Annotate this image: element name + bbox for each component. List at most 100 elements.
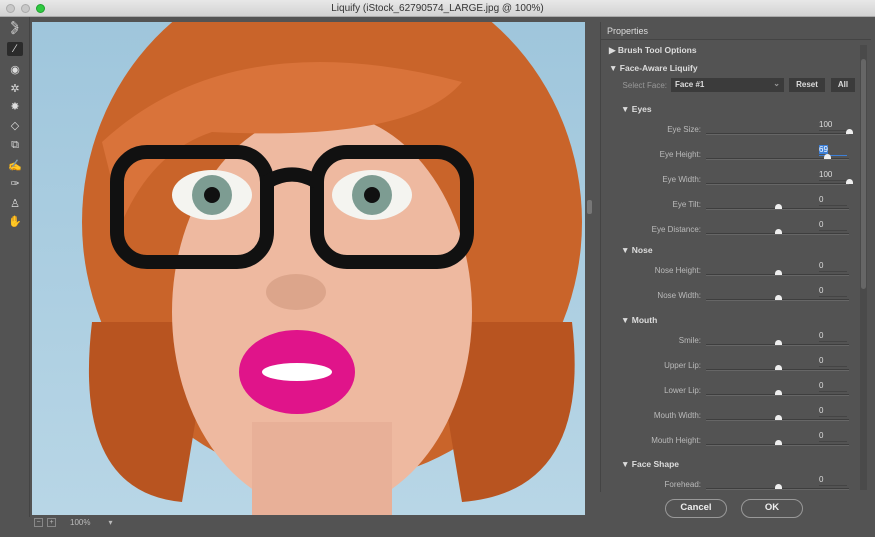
- smile-label: Smile:: [678, 336, 701, 345]
- section-label: Face Shape: [631, 459, 680, 469]
- eye-width-slider[interactable]: [706, 179, 853, 185]
- slider-thumb[interactable]: [774, 229, 782, 234]
- status-bar: − + 100% ▾: [32, 515, 585, 529]
- push-left-tool-icon[interactable]: ◇: [7, 119, 23, 133]
- zoom-dropdown-chevron-icon[interactable]: ▾: [108, 518, 112, 527]
- eye-distance-slider[interactable]: [706, 229, 849, 235]
- select-face-dropdown[interactable]: Face #1 ⌄: [671, 78, 784, 92]
- smooth-tool-icon[interactable]: ∕: [7, 42, 23, 56]
- section-mouth[interactable]: ▼ Mouth: [621, 315, 657, 325]
- slider-thumb[interactable]: [774, 484, 782, 489]
- value-text: 0: [819, 195, 824, 204]
- lower-lip-slider[interactable]: [706, 390, 849, 396]
- face-aware-liquify-section[interactable]: ▼ Face-Aware Liquify: [609, 63, 698, 73]
- slider-thumb[interactable]: [774, 440, 782, 445]
- section-label: Nose: [631, 245, 653, 255]
- section-eyes[interactable]: ▼ Eyes: [621, 104, 652, 114]
- zoom-level[interactable]: 100%: [70, 518, 90, 527]
- smile-value-input[interactable]: 0: [819, 331, 847, 342]
- close-button[interactable]: [6, 4, 15, 13]
- value-text: 0: [819, 475, 824, 484]
- brush-tool-options-section[interactable]: ▶ Brush Tool Options: [609, 45, 697, 56]
- thaw-mask-tool-icon[interactable]: ✍: [7, 159, 23, 173]
- eye-distance-value-input[interactable]: 0: [819, 220, 847, 231]
- zoom-button[interactable]: [36, 4, 45, 13]
- panel-title: Properties: [607, 26, 649, 36]
- zoom-in-button[interactable]: +: [47, 517, 56, 527]
- value-text: 0: [819, 331, 824, 340]
- eye-tilt-value-input[interactable]: 0: [819, 195, 847, 206]
- mouth-width-slider[interactable]: [706, 415, 849, 421]
- slider-thumb[interactable]: [823, 154, 831, 159]
- lower-lip-value-input[interactable]: 0: [819, 381, 847, 392]
- slider-thumb[interactable]: [846, 129, 853, 134]
- section-nose[interactable]: ▼ Nose: [621, 245, 653, 255]
- mouth-height-slider[interactable]: [706, 440, 849, 446]
- all-button[interactable]: All: [831, 78, 855, 92]
- value-text: 0: [819, 356, 824, 365]
- mouth-width-value-input[interactable]: 0: [819, 406, 847, 417]
- chevron-down-icon: ⌄: [773, 79, 780, 88]
- reset-button[interactable]: Reset: [789, 78, 825, 92]
- nose-width-value-input[interactable]: 0: [819, 286, 847, 297]
- mouth-height-label: Mouth Height:: [651, 436, 701, 445]
- panel-scrollbar[interactable]: [860, 45, 867, 490]
- value-text: 0: [819, 286, 824, 295]
- slider-thumb[interactable]: [774, 415, 782, 420]
- eye-tilt-slider[interactable]: [706, 204, 849, 210]
- slider-thumb[interactable]: [774, 270, 782, 275]
- properties-panel: Properties ▶ Brush Tool Options ▼ Face-A…: [600, 22, 871, 492]
- section-label: Brush Tool Options: [617, 45, 697, 55]
- twirl-tool-icon[interactable]: ◉: [7, 63, 23, 77]
- eye-size-value-input[interactable]: 100: [819, 120, 847, 131]
- hand-tool-icon[interactable]: ♙: [7, 197, 23, 211]
- value-text: 0: [819, 220, 824, 229]
- eye-height-value-input[interactable]: 69: [819, 145, 847, 156]
- nose-width-slider[interactable]: [706, 295, 849, 301]
- value-text: 69: [819, 145, 828, 154]
- forehead-label: Forehead:: [664, 480, 701, 489]
- slider-thumb[interactable]: [774, 204, 782, 209]
- nose-height-value-input[interactable]: 0: [819, 261, 847, 272]
- eye-distance-label: Eye Distance:: [651, 225, 701, 234]
- zoom-out-button[interactable]: −: [34, 517, 43, 527]
- toolbar: ✎ ✐ ∕ ◉ ✲ ✸ ◇ ⧉ ✍ ✑ ♙ ✋: [0, 17, 30, 517]
- image-canvas[interactable]: [32, 22, 585, 515]
- panel-resize-handle[interactable]: [587, 200, 592, 214]
- freeze-mask-tool-icon[interactable]: ⧉: [7, 138, 23, 152]
- upper-lip-label: Upper Lip:: [664, 361, 701, 370]
- value-text: 100: [819, 120, 833, 129]
- face-tool-icon[interactable]: ✑: [7, 177, 23, 191]
- reconstruct-tool-icon[interactable]: ✐: [7, 25, 23, 39]
- eye-height-slider[interactable]: [706, 154, 849, 160]
- section-label: Face-Aware Liquify: [619, 63, 698, 73]
- scrollbar-thumb[interactable]: [861, 59, 866, 289]
- upper-lip-value-input[interactable]: 0: [819, 356, 847, 367]
- zoom-tool-icon[interactable]: ✋: [7, 215, 23, 229]
- smile-slider[interactable]: [706, 340, 849, 346]
- value-text: 0: [819, 261, 824, 270]
- slider-thumb[interactable]: [846, 179, 853, 184]
- select-face-value: Face #1: [675, 80, 705, 89]
- bloat-tool-icon[interactable]: ✸: [7, 100, 23, 114]
- section-face-shape[interactable]: ▼ Face Shape: [621, 459, 679, 469]
- title-bar: Liquify (iStock_62790574_LARGE.jpg @ 100…: [0, 0, 875, 17]
- value-text: 0: [819, 406, 824, 415]
- nose-height-slider[interactable]: [706, 270, 849, 276]
- slider-thumb[interactable]: [774, 340, 782, 345]
- upper-lip-slider[interactable]: [706, 365, 849, 371]
- forehead-slider[interactable]: [706, 484, 849, 490]
- section-label: Mouth: [631, 315, 658, 325]
- forehead-value-input[interactable]: 0: [819, 475, 847, 486]
- slider-thumb[interactable]: [774, 365, 782, 370]
- mouth-height-value-input[interactable]: 0: [819, 431, 847, 442]
- pucker-tool-icon[interactable]: ✲: [7, 82, 23, 96]
- cancel-button[interactable]: Cancel: [665, 499, 727, 518]
- slider-thumb[interactable]: [774, 390, 782, 395]
- value-text: 0: [819, 431, 824, 440]
- minimize-button[interactable]: [21, 4, 30, 13]
- eye-size-slider[interactable]: [706, 129, 853, 135]
- ok-button[interactable]: OK: [741, 499, 803, 518]
- eye-width-value-input[interactable]: 100: [819, 170, 847, 181]
- slider-thumb[interactable]: [774, 295, 782, 300]
